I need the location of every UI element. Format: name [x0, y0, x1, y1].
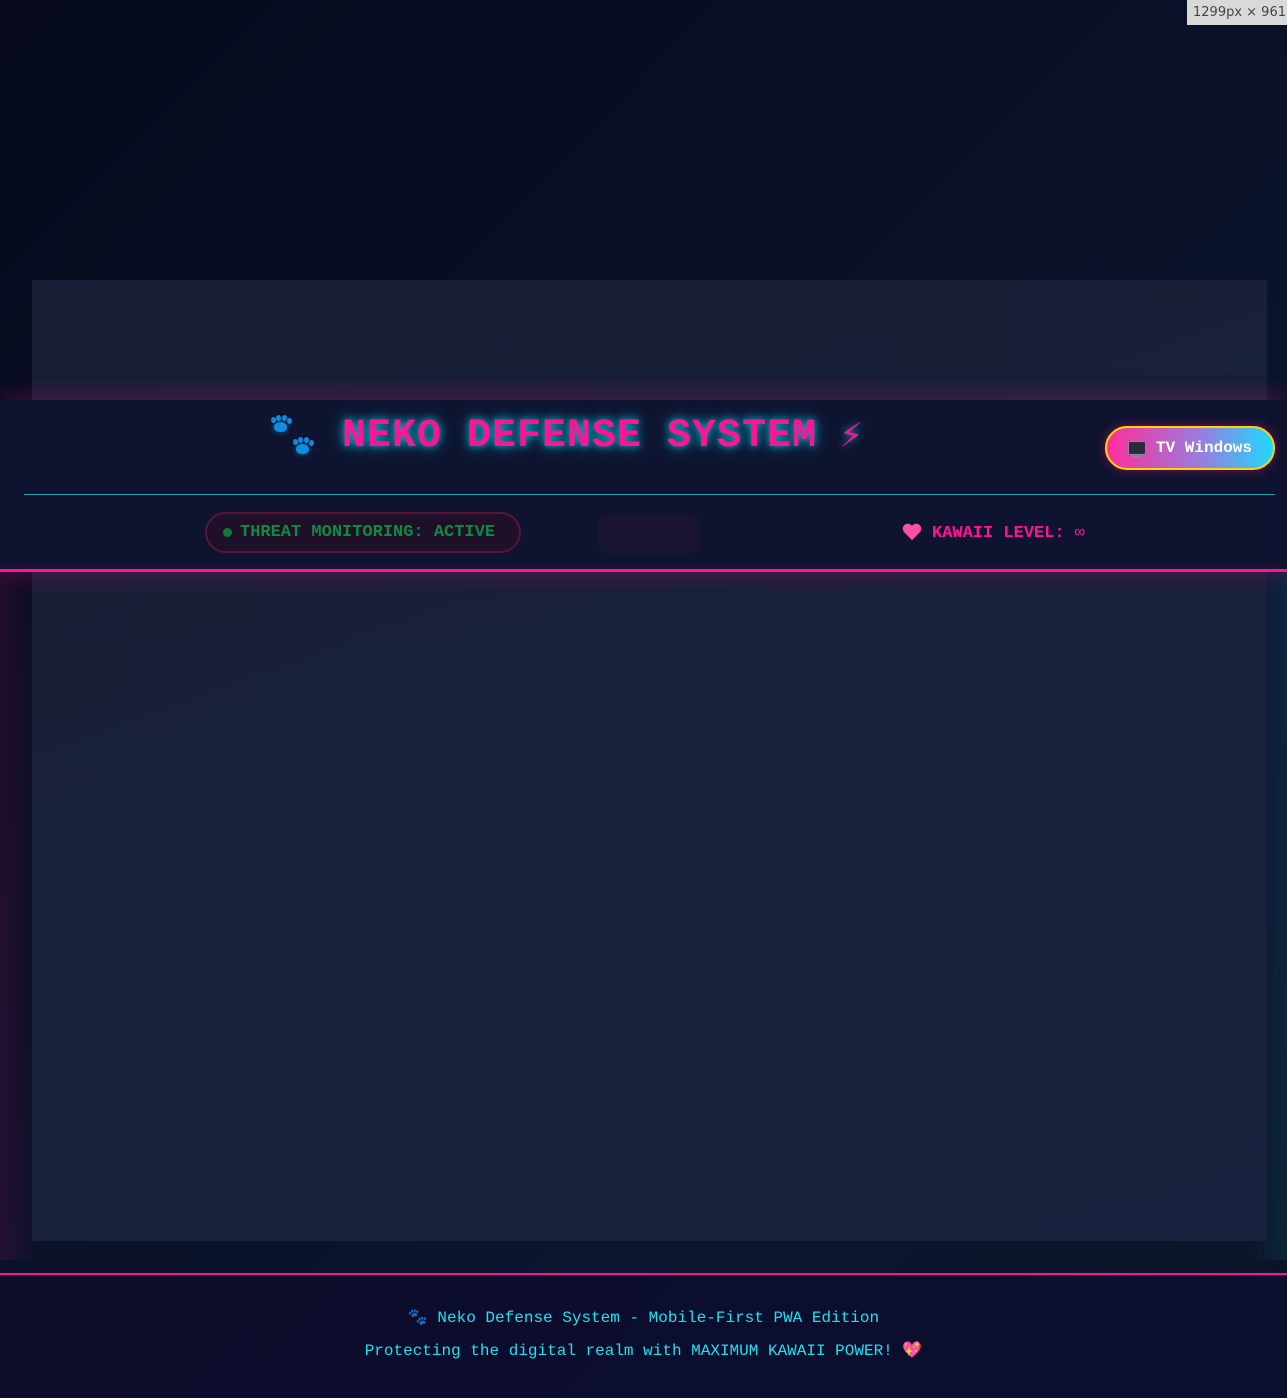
sparkling-heart-icon: [902, 524, 922, 542]
footer-tagline: 🐾 Neko Defense System - Mobile-First PWA…: [0, 1307, 1287, 1327]
kawaii-level-indicator: KAWAII LEVEL: ∞: [902, 520, 1085, 546]
sparkling-heart-icon: 💖: [902, 1340, 923, 1359]
lightning-bolt-icon: ⚡: [839, 416, 863, 456]
app-footer: [0, 1275, 1287, 1398]
television-icon: [1127, 441, 1146, 458]
tv-windows-label: TV Windows: [1155, 439, 1252, 457]
app-title: NEKO DEFENSE SYSTEM ⚡: [268, 410, 863, 462]
tv-windows-button[interactable]: TV Windows: [1105, 426, 1275, 470]
status-dot-icon: [223, 528, 232, 537]
paw-icon: 🐾: [407, 1307, 428, 1326]
kawaii-level-label: KAWAII LEVEL:: [932, 523, 1065, 543]
paw-prints-icon: [268, 411, 320, 461]
app-title-text: NEKO DEFENSE SYSTEM: [342, 413, 818, 459]
kawaii-level-value: ∞: [1074, 523, 1085, 543]
faded-status-chip: [598, 514, 700, 554]
threat-monitoring-label: THREAT MONITORING: ACTIVE: [240, 523, 496, 542]
footer-motto: Protecting the digital realm with MAXIMU…: [0, 1340, 1287, 1360]
header-border: [0, 569, 1287, 572]
footer-motto-text: Protecting the digital realm with MAXIMU…: [364, 1342, 893, 1360]
viewport-size-badge: 1299px × 961px: [1187, 0, 1287, 25]
threat-monitoring-badge: THREAT MONITORING: ACTIVE: [205, 512, 521, 553]
header-divider: [24, 494, 1275, 495]
footer-tagline-text: Neko Defense System - Mobile-First PWA E…: [437, 1309, 880, 1327]
